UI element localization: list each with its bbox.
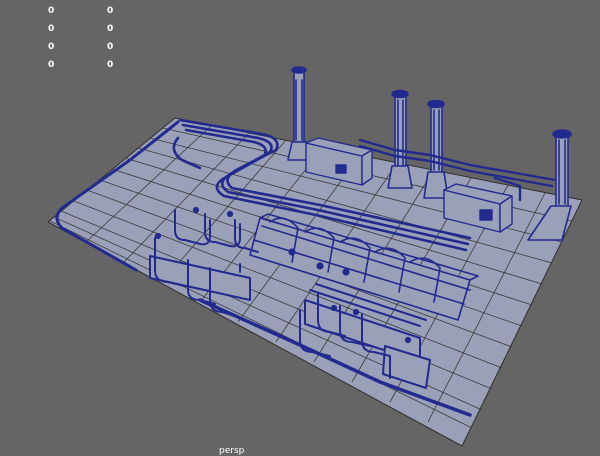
chimney-tower-3 xyxy=(423,99,449,199)
perspective-viewport[interactable]: 0 0 0 0 0 0 0 0 persp xyxy=(0,0,600,456)
3d-scene-wireframe[interactable] xyxy=(0,0,600,456)
chimney-tower-2 xyxy=(387,89,413,189)
camera-name-label: persp xyxy=(219,446,245,456)
